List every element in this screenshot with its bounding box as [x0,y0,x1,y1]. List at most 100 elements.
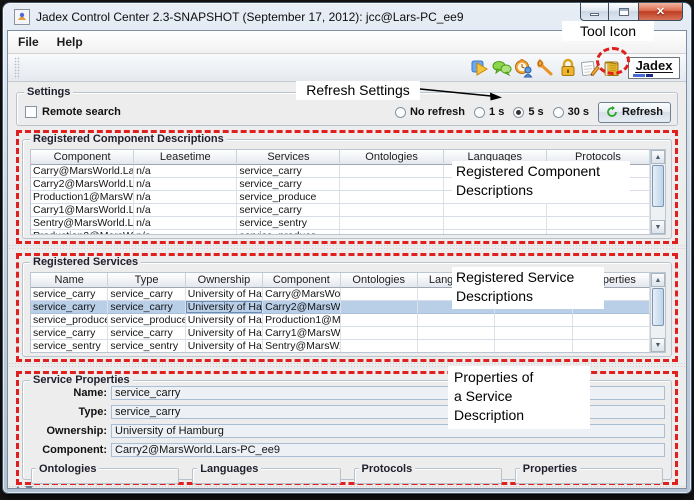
table-row[interactable]: service_produceservice_produceUniversity… [31,314,650,327]
awareness-icon[interactable] [513,57,534,79]
column-header[interactable]: Leasetime [134,150,237,165]
table-cell [573,314,650,327]
expand-up-icon[interactable] [14,486,22,489]
column-header[interactable]: Ontologies [341,273,418,288]
table-cell [444,217,547,230]
table-cell: Production2@MarsW... [31,230,134,234]
expand-down-icon[interactable] [25,486,33,489]
column-header[interactable]: Component [31,150,134,165]
components-scrollbar[interactable]: ▲ ▼ [650,150,665,234]
annotation-component-descriptions: Registered Component Descriptions [452,161,630,203]
services-scrollbar[interactable]: ▲ ▼ [650,273,665,352]
table-cell: service_produce [237,191,340,204]
annotation-properties-description: Properties of a Service Description [448,366,590,429]
close-icon: ✕ [656,5,665,18]
scrollbar-thumb[interactable] [652,165,664,207]
tools-icon[interactable] [535,57,556,79]
column-header[interactable]: Type [108,273,185,288]
property-label: Name: [27,387,111,399]
table-cell: n/a [134,230,237,234]
group-box-title: Ontologies [36,463,99,475]
table-row[interactable]: Sentry@MarsWorld.La...n/aservice_sentry [31,217,650,230]
refresh-option-1-s[interactable]: 1 s [474,106,504,118]
table-cell [495,327,572,340]
table-cell: service_produce [237,230,340,234]
group-box-title: Languages [197,463,261,475]
minimize-button[interactable] [580,3,609,21]
group-box-title: Protocols [359,463,416,475]
table-row-partial[interactable]: Production2@MarsW...n/aservice_produce [31,230,650,234]
split-divider[interactable] [8,244,686,249]
table-cell: service_sentry [237,217,340,230]
menu-file[interactable]: File [18,35,39,49]
property-label: Ownership: [27,425,111,437]
table-row[interactable]: service_carryservice_carryUniversity of … [31,327,650,340]
group-box-properties: Properties [515,468,663,484]
table-cell: service_produce [108,314,185,327]
maximize-button[interactable] [609,3,638,21]
table-row[interactable]: service_sentryservice_sentryUniversity o… [31,340,650,352]
table-cell: service_carry [237,204,340,217]
radio-label: No refresh [410,106,465,118]
group-box-ontologies: Ontologies [31,468,179,484]
table-cell: Carry1@MarsW... [263,327,340,340]
service-property-groups: OntologiesLanguagesProtocolsProperties [31,468,663,484]
column-header[interactable]: Ownership [186,273,263,288]
table-cell: n/a [134,178,237,191]
refresh-option-no-refresh[interactable]: No refresh [395,106,465,118]
column-header[interactable]: Component [263,273,340,288]
jadex-logo: Jadex [628,57,680,79]
radio-icon [553,107,564,118]
column-header[interactable]: Services [237,150,340,165]
table-cell [341,301,418,314]
table-cell: Sentry@MarsW... [263,340,340,352]
table-cell: n/a [134,165,237,178]
table-cell [547,230,650,234]
security-icon[interactable] [557,57,578,79]
column-header[interactable]: Name [31,273,108,288]
table-cell: service_carry [31,327,108,340]
scrollbar-thumb[interactable] [652,288,664,326]
refresh-option-5-s[interactable]: 5 s [513,106,543,118]
components-panel-title: Registered Component Descriptions [30,133,227,145]
table-cell: service_sentry [108,340,185,352]
comanalyzer-icon[interactable] [491,57,512,79]
scroll-down-icon[interactable]: ▼ [651,338,665,352]
table-cell: Carry1@MarsWorld.La... [31,204,134,217]
table-cell [495,340,572,352]
column-header[interactable]: Ontologies [340,150,443,165]
table-cell [573,340,650,352]
settings-panel-title: Settings [24,86,73,98]
refresh-button[interactable]: Refresh [598,102,671,123]
split-divider-bottom[interactable] [8,485,686,489]
close-button[interactable]: ✕ [638,3,683,21]
starter-icon[interactable] [469,57,490,79]
table-cell [495,314,572,327]
toolbar-grip[interactable] [14,57,20,79]
group-box-languages: Languages [192,468,340,484]
refresh-option-30-s[interactable]: 30 s [553,106,589,118]
table-cell [340,204,443,217]
table-cell: service_carry [31,301,108,314]
property-label: Component: [27,444,111,456]
table-cell [340,217,443,230]
property-field[interactable]: Carry2@MarsWorld.Lars-PC_ee9 [111,443,665,457]
scroll-up-icon[interactable]: ▲ [651,273,665,287]
annotation-tool-icon: Tool Icon [562,21,654,41]
table-cell: Carry2@MarsW... [263,301,340,314]
table-cell: University of Ha... [186,340,263,352]
table-cell: Production1@M... [263,314,340,327]
remote-search-checkbox[interactable] [25,106,37,118]
table-cell [547,217,650,230]
table-cell: n/a [134,217,237,230]
scroll-up-icon[interactable]: ▲ [651,150,665,164]
table-cell: Carry@MarsWorld.Lar... [31,165,134,178]
property-row: Component:Carry2@MarsWorld.Lars-PC_ee9 [27,443,665,457]
annotation-refresh-settings: Refresh Settings [296,81,420,100]
scroll-down-icon[interactable]: ▼ [651,220,665,234]
table-cell [444,230,547,234]
table-cell [418,327,495,340]
table-cell [340,165,443,178]
menu-help[interactable]: Help [57,35,83,49]
table-row[interactable]: Carry1@MarsWorld.La...n/aservice_carry [31,204,650,217]
